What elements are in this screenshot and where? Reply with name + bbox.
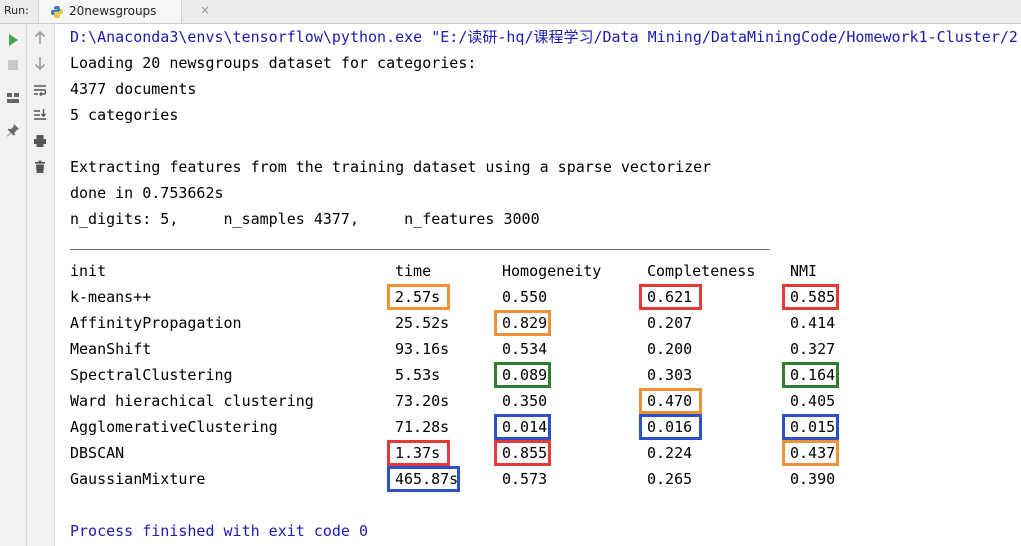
highlight-box bbox=[387, 284, 450, 310]
highlight-box bbox=[494, 362, 551, 388]
row-0-homogeneity: 0.550 bbox=[502, 288, 548, 306]
exit-line: Process finished with exit code 0 bbox=[70, 522, 369, 540]
highlight-box bbox=[782, 284, 839, 310]
header-nmi: NMI bbox=[790, 262, 818, 280]
console-output[interactable]: D:\Anaconda3\envs\tensorflow\python.exe … bbox=[56, 24, 1021, 546]
row-7-completeness: 0.265 bbox=[647, 470, 693, 488]
tab-20newsgroups[interactable]: 20newsgroups × bbox=[38, 0, 210, 23]
done-line: done in 0.753662s bbox=[70, 184, 224, 202]
row-6-init: DBSCAN bbox=[70, 444, 125, 462]
loading-line: Loading 20 newsgroups dataset for catego… bbox=[70, 54, 477, 72]
console-toolbar bbox=[27, 24, 55, 546]
highlight-box bbox=[782, 414, 839, 440]
run-label: Run: bbox=[4, 4, 29, 17]
documents-line: 4377 documents bbox=[70, 80, 197, 98]
print-icon[interactable] bbox=[30, 131, 50, 151]
categories-line: 5 categories bbox=[70, 106, 179, 124]
row-2-init: MeanShift bbox=[70, 340, 152, 358]
row-3-init: SpectralClustering bbox=[70, 366, 233, 384]
run-toolbar bbox=[0, 24, 27, 546]
stop-icon[interactable] bbox=[3, 55, 23, 75]
highlight-box bbox=[494, 414, 551, 440]
row-6-completeness: 0.224 bbox=[647, 444, 693, 462]
row-2-nmi: 0.327 bbox=[790, 340, 836, 358]
row-2-completeness: 0.200 bbox=[647, 340, 693, 358]
down-arrow-icon[interactable] bbox=[30, 53, 50, 73]
row-5-init: AgglomerativeClustering bbox=[70, 418, 278, 436]
highlight-box bbox=[639, 284, 702, 310]
header-completeness: Completeness bbox=[647, 262, 756, 280]
up-arrow-icon[interactable] bbox=[30, 28, 50, 48]
highlight-box bbox=[639, 388, 702, 414]
python-icon bbox=[50, 4, 64, 18]
row-4-time: 73.20s bbox=[395, 392, 450, 410]
row-0-init: k-means++ bbox=[70, 288, 152, 306]
row-7-init: GaussianMixture bbox=[70, 470, 206, 488]
row-4-homogeneity: 0.350 bbox=[502, 392, 548, 410]
row-1-init: AffinityPropagation bbox=[70, 314, 242, 332]
row-1-time: 25.52s bbox=[395, 314, 450, 332]
highlight-box bbox=[494, 440, 551, 466]
layout-icon[interactable] bbox=[3, 88, 23, 108]
highlight-box bbox=[639, 414, 702, 440]
trash-icon[interactable] bbox=[30, 157, 50, 177]
run-icon[interactable] bbox=[3, 30, 23, 50]
header-init: init bbox=[70, 262, 107, 280]
run-tabbar: Run: 20newsgroups × bbox=[0, 0, 1021, 24]
row-4-init: Ward hierachical clustering bbox=[70, 392, 314, 410]
row-1-completeness: 0.207 bbox=[647, 314, 693, 332]
highlight-box bbox=[782, 440, 839, 466]
row-7-nmi: 0.390 bbox=[790, 470, 836, 488]
highlight-box bbox=[387, 440, 450, 466]
pin-icon[interactable] bbox=[3, 120, 23, 140]
row-1-nmi: 0.414 bbox=[790, 314, 836, 332]
highlight-box bbox=[782, 362, 839, 388]
row-2-homogeneity: 0.534 bbox=[502, 340, 548, 358]
row-3-completeness: 0.303 bbox=[647, 366, 693, 384]
extracting-line: Extracting features from the training da… bbox=[70, 158, 712, 176]
scroll-to-end-icon[interactable] bbox=[30, 105, 50, 125]
command-line: D:\Anaconda3\envs\tensorflow\python.exe … bbox=[70, 28, 1018, 46]
highlight-box bbox=[387, 466, 460, 492]
tab-title: 20newsgroups bbox=[69, 4, 157, 18]
soft-wrap-icon[interactable] bbox=[30, 80, 50, 100]
row-7-homogeneity: 0.573 bbox=[502, 470, 548, 488]
highlight-box bbox=[494, 310, 551, 336]
separator-line: ________________________________________… bbox=[70, 232, 770, 250]
row-4-nmi: 0.405 bbox=[790, 392, 836, 410]
params-line: n_digits: 5, n_samples 4377, n_features … bbox=[70, 210, 540, 228]
row-5-time: 71.28s bbox=[395, 418, 450, 436]
header-homogeneity: Homogeneity bbox=[502, 262, 602, 280]
close-icon[interactable]: × bbox=[200, 3, 210, 17]
row-3-time: 5.53s bbox=[395, 366, 441, 384]
row-2-time: 93.16s bbox=[395, 340, 450, 358]
header-time: time bbox=[395, 262, 432, 280]
